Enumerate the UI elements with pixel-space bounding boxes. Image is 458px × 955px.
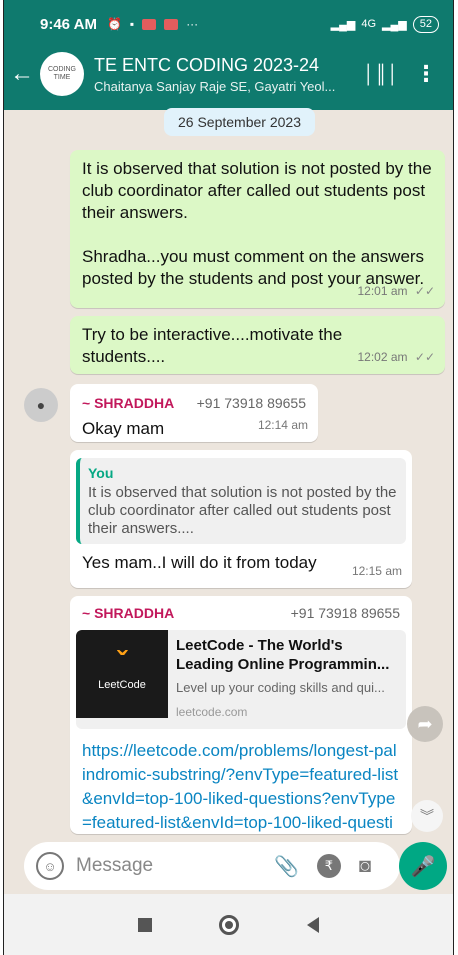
- message-text: It is observed that solution is not post…: [82, 159, 432, 222]
- outgoing-message[interactable]: It is observed that solution is not post…: [70, 150, 445, 308]
- quoted-author: You: [88, 465, 114, 481]
- input-bar: ☺ 📎 ₹ ◙ 🎤: [4, 838, 453, 894]
- message-composer: ☺ 📎 ₹ ◙: [24, 842, 400, 890]
- phone-screen: 9:46 AM ⏰ ▪ ··· ▂▄▆ 4G ▂▄▆ 52 ← CODING T…: [3, 0, 454, 955]
- incoming-message[interactable]: ~ SHRADDHA +91 73918 89655 Okay mam 12:1…: [70, 384, 318, 442]
- app-icon: [142, 18, 157, 30]
- notification-icon: ▪: [129, 17, 135, 31]
- scroll-down-icon[interactable]: ︾: [411, 800, 443, 832]
- forward-icon[interactable]: ➦: [407, 706, 443, 742]
- message-input[interactable]: [76, 855, 256, 877]
- preview-text: LeetCode - The World's Leading Online Pr…: [168, 630, 400, 729]
- system-icons: ▂▄▆ 4G ▂▄▆ 52: [330, 15, 439, 33]
- camera-icon[interactable]: ◙: [359, 855, 371, 878]
- alarm-icon: ⏰: [106, 17, 122, 31]
- message-time: 12:15 am: [351, 564, 402, 578]
- message-time: 12:14 am: [257, 418, 308, 432]
- top-bar: 9:46 AM ⏰ ▪ ··· ▂▄▆ 4G ▂▄▆ 52 ← CODING T…: [4, 0, 453, 110]
- emoji-icon[interactable]: ☺: [36, 852, 64, 880]
- chat-header: ← CODING TIME TE ENTC CODING 2023-24 Cha…: [4, 48, 453, 100]
- incoming-reply-message[interactable]: You It is observed that solution is not …: [70, 450, 412, 588]
- payment-icon[interactable]: ₹: [316, 854, 341, 878]
- microphone-icon[interactable]: 🎤: [399, 842, 447, 890]
- group-title: TE ENTC CODING 2023-24: [94, 54, 320, 75]
- message-meta: 12:01 am ✓✓: [358, 280, 436, 302]
- group-info[interactable]: TE ENTC CODING 2023-24 Chaitanya Sanjay …: [94, 55, 356, 94]
- status-bar: 9:46 AM ⏰ ▪ ··· ▂▄▆ 4G ▂▄▆ 52: [4, 0, 453, 48]
- chat-area[interactable]: 26 September 2023 It is observed that so…: [4, 100, 453, 856]
- network-type: 4G: [361, 18, 377, 30]
- outgoing-message[interactable]: Try to be interactive....motivate the st…: [70, 316, 445, 374]
- sender-line: ~ SHRADDHA +91 73918 89655: [76, 602, 406, 624]
- system-nav-bar: [4, 894, 453, 955]
- double-check-icon: ✓✓: [414, 284, 435, 298]
- preview-title: LeetCode - The World's Leading Online Pr…: [176, 637, 390, 673]
- status-time: 9:46 AM: [40, 15, 97, 33]
- leetcode-logo-icon: ˇ LeetCode: [76, 630, 168, 718]
- recents-icon[interactable]: [137, 917, 152, 932]
- battery-level: 52: [412, 15, 439, 33]
- home-icon[interactable]: [219, 914, 240, 935]
- quoted-message[interactable]: You It is observed that solution is not …: [76, 458, 406, 544]
- group-members: Chaitanya Sanjay Raje SE, Gayatri Yeol..…: [94, 78, 336, 94]
- message-text: Try to be interactive....motivate the st…: [82, 325, 343, 366]
- preview-description: Level up your coding skills and qui...: [176, 680, 385, 695]
- quoted-text: It is observed that solution is not post…: [88, 484, 397, 537]
- preview-logo-text: LeetCode: [98, 679, 146, 691]
- sender-name: ~ SHRADDHA: [82, 605, 175, 621]
- group-avatar[interactable]: CODING TIME: [40, 52, 84, 96]
- sender-name: ~ SHRADDHA: [82, 395, 175, 411]
- sender-phone: +91 73918 89655: [290, 605, 400, 621]
- sender-phone: +91 73918 89655: [196, 395, 306, 411]
- signal-icon: ▂▄▆: [330, 18, 356, 31]
- date-chip: 26 September 2023: [164, 108, 315, 136]
- leetcode-glyph-icon: ˇ: [117, 646, 127, 679]
- back-icon[interactable]: [307, 916, 320, 933]
- more-notifications-icon: ···: [186, 17, 199, 31]
- preview-domain: leetcode.com: [176, 705, 248, 719]
- incoming-link-message[interactable]: ~ SHRADDHA +91 73918 89655 ˇ LeetCode Le…: [70, 596, 412, 856]
- screen-frame: 9:46 AM ⏰ ▪ ··· ▂▄▆ 4G ▂▄▆ 52 ← CODING T…: [0, 0, 458, 955]
- message-time: 12:02 am: [357, 350, 408, 364]
- sender-line: ~ SHRADDHA +91 73918 89655: [82, 392, 306, 414]
- message-meta: 12:02 am ✓✓: [358, 346, 436, 368]
- waveform-icon[interactable]: │║│: [356, 64, 406, 85]
- app-icon: [164, 18, 179, 30]
- back-arrow-icon[interactable]: ←: [4, 60, 40, 88]
- signal-icon: ▂▄▆: [382, 18, 407, 31]
- sender-avatar[interactable]: ●: [24, 388, 58, 422]
- notification-icons: ⏰ ▪ ···: [107, 17, 198, 31]
- double-check-icon: ✓✓: [414, 350, 435, 364]
- message-time: 12:01 am: [357, 284, 408, 298]
- more-vertical-icon[interactable]: ⋮: [406, 61, 446, 87]
- attach-icon[interactable]: 📎: [274, 854, 299, 879]
- link-preview[interactable]: ˇ LeetCode LeetCode - The World's Leadin…: [76, 630, 406, 729]
